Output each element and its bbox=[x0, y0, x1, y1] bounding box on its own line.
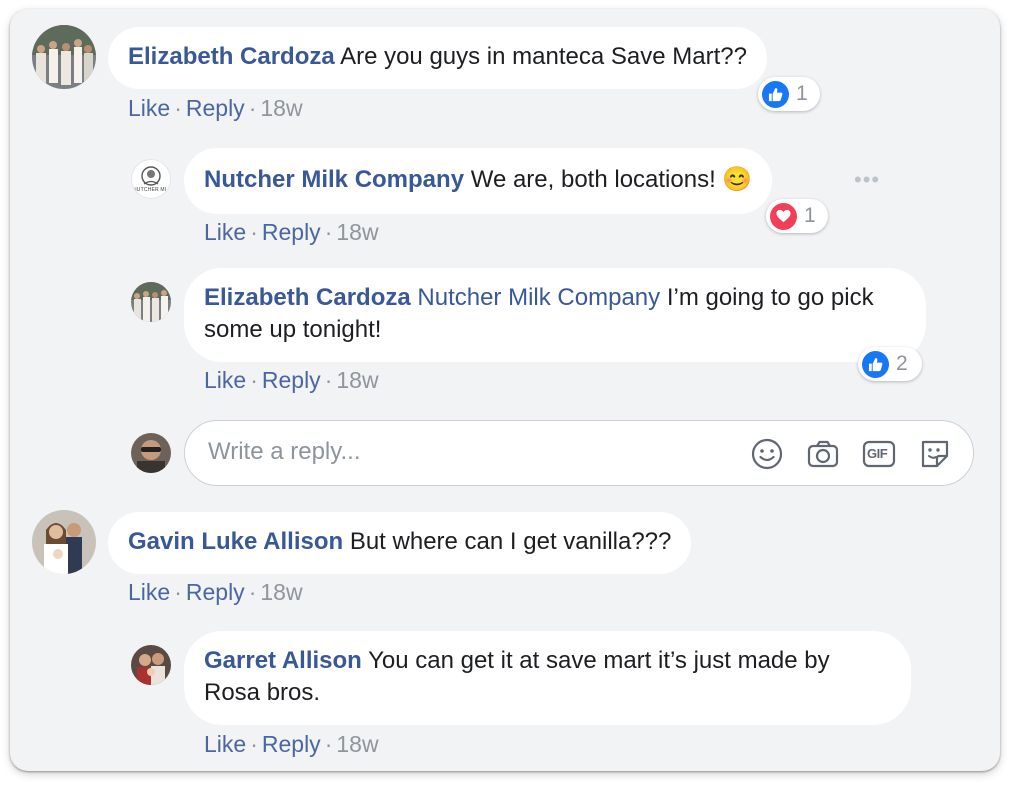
love-reaction-icon bbox=[770, 202, 797, 230]
comment-text: We are, both locations! bbox=[470, 166, 716, 193]
reply-link[interactable]: Reply bbox=[186, 579, 245, 605]
comment-actions: Like · Reply · 18w bbox=[204, 219, 379, 245]
comment-bubble: Nutcher Milk Company We are, both locati… bbox=[184, 148, 773, 214]
reply-link[interactable]: Reply bbox=[262, 367, 321, 393]
comment-author[interactable]: Elizabeth Cardoza bbox=[128, 43, 335, 70]
like-link[interactable]: Like bbox=[204, 731, 246, 757]
reaction-count[interactable]: 1 bbox=[766, 199, 828, 233]
comment-author[interactable]: Gavin Luke Allison bbox=[128, 528, 343, 555]
reply-link[interactable]: Reply bbox=[186, 95, 245, 121]
sticker-icon[interactable] bbox=[918, 437, 952, 471]
timestamp[interactable]: 18w bbox=[260, 95, 302, 121]
timestamp[interactable]: 18w bbox=[260, 579, 302, 605]
emoji-icon[interactable] bbox=[750, 437, 784, 471]
reply-link[interactable]: Reply bbox=[262, 219, 321, 245]
like-link[interactable]: Like bbox=[204, 219, 246, 245]
reaction-number: 2 bbox=[896, 352, 908, 375]
comment-text: Are you guys in manteca Save Mart?? bbox=[340, 43, 747, 70]
avatar[interactable]: NUTCHER MI bbox=[131, 159, 171, 199]
comment-actions: Like · Reply · 18w bbox=[204, 367, 379, 393]
avatar-logo-text: NUTCHER MI bbox=[133, 187, 167, 193]
avatar-photo bbox=[131, 433, 171, 473]
comment-text: But where can I get vanilla??? bbox=[349, 528, 672, 555]
reaction-number: 1 bbox=[796, 82, 808, 105]
comment-bubble: Elizabeth Cardoza Are you guys in mantec… bbox=[108, 27, 767, 89]
like-link[interactable]: Like bbox=[204, 367, 246, 393]
like-link[interactable]: Like bbox=[128, 579, 170, 605]
like-reaction-icon bbox=[862, 350, 889, 378]
timestamp[interactable]: 18w bbox=[336, 731, 378, 757]
reaction-count[interactable]: 2 bbox=[858, 347, 922, 381]
like-link[interactable]: Like bbox=[128, 95, 170, 121]
avatar[interactable] bbox=[32, 25, 96, 89]
current-user-avatar[interactable] bbox=[131, 433, 171, 473]
comment-author[interactable]: Garret Allison bbox=[204, 647, 362, 674]
gif-icon[interactable]: GIF bbox=[862, 437, 896, 471]
timestamp[interactable]: 18w bbox=[336, 367, 378, 393]
reaction-number: 1 bbox=[804, 204, 816, 227]
comment-actions: Like · Reply · 18w bbox=[128, 95, 303, 121]
avatar[interactable] bbox=[131, 282, 171, 322]
reply-input[interactable]: Write a reply... GIF bbox=[184, 420, 974, 486]
comment-author[interactable]: Nutcher Milk Company bbox=[204, 166, 464, 193]
avatar[interactable] bbox=[131, 645, 171, 685]
comment-bubble: Garret Allison You can get it at save ma… bbox=[184, 631, 911, 725]
avatar-photo bbox=[32, 25, 96, 89]
comment-author[interactable]: Elizabeth Cardoza bbox=[204, 284, 411, 311]
comment-bubble: Elizabeth Cardoza Nutcher Milk Company I… bbox=[184, 268, 926, 362]
mention-link[interactable]: Nutcher Milk Company bbox=[417, 284, 660, 311]
comment-actions: Like · Reply · 18w bbox=[204, 731, 379, 757]
timestamp[interactable]: 18w bbox=[336, 219, 378, 245]
avatar-photo bbox=[131, 645, 171, 685]
reaction-count[interactable]: 1 bbox=[758, 77, 820, 111]
comment-thread: Elizabeth Cardoza Are you guys in mantec… bbox=[10, 9, 1000, 771]
gif-label: GIF bbox=[867, 446, 888, 461]
like-reaction-icon bbox=[762, 80, 789, 108]
camera-icon[interactable] bbox=[806, 437, 840, 471]
more-options-icon[interactable]: ••• bbox=[854, 167, 880, 193]
comment-bubble: Gavin Luke Allison But where can I get v… bbox=[108, 512, 692, 574]
avatar-photo bbox=[131, 282, 171, 322]
avatar[interactable] bbox=[32, 510, 96, 574]
reply-link[interactable]: Reply bbox=[262, 731, 321, 757]
avatar-photo bbox=[32, 510, 96, 574]
comment-actions: Like · Reply · 18w bbox=[128, 579, 303, 605]
smiling-emoji-icon: 😊 bbox=[722, 166, 753, 193]
reply-placeholder: Write a reply... bbox=[208, 438, 361, 465]
